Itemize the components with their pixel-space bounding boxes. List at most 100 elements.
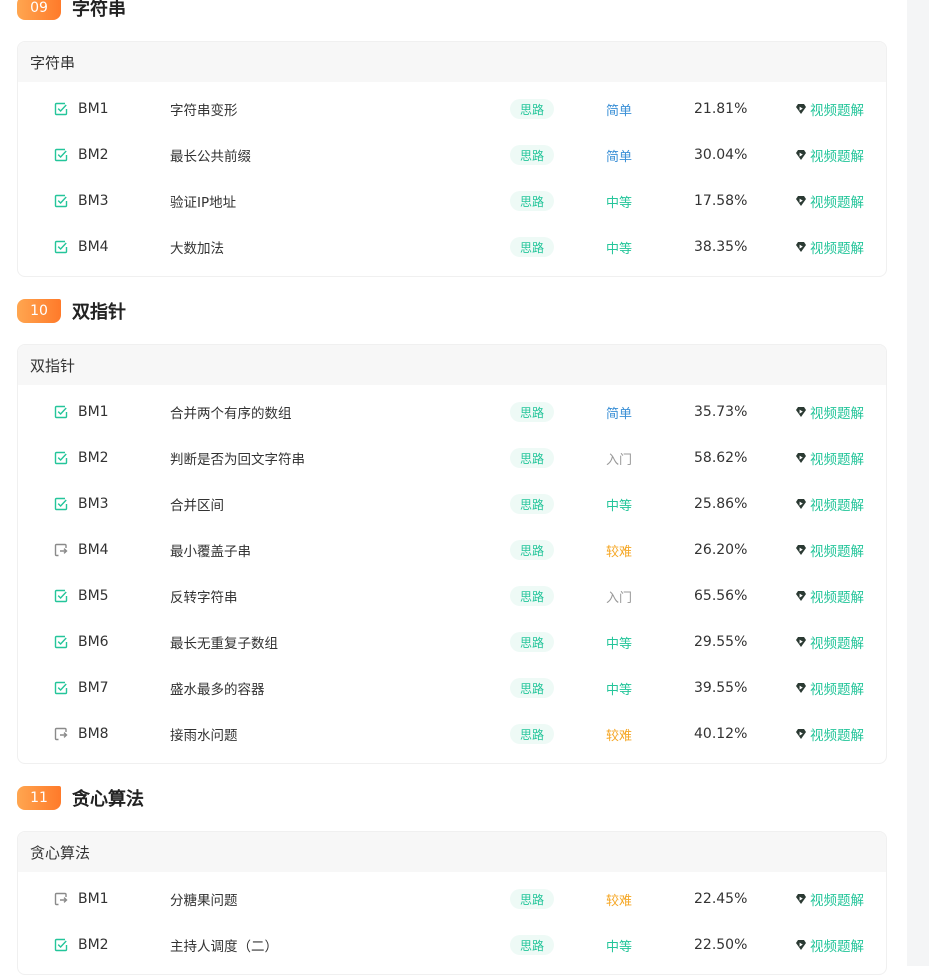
problem-title[interactable]: 验证IP地址: [170, 191, 236, 211]
video-diamond-icon: [795, 149, 807, 161]
problem-title[interactable]: 最小覆盖子串: [170, 540, 251, 560]
pass-rate: 21.81%: [694, 101, 748, 117]
problem-title[interactable]: 接雨水问题: [170, 724, 238, 744]
problem-title[interactable]: 反转字符串: [170, 586, 238, 606]
problem-rows: BM1 字符串变形 思路 简单 21.81% 视频题解 BM2 最长公共前缀 思路 简单 30.04…: [18, 82, 886, 276]
problem-title[interactable]: 判断是否为回文字符串: [170, 448, 305, 468]
video-solution-label: 视频题解: [810, 728, 864, 744]
problem-row[interactable]: BM4 大数加法 思路 中等 38.35% 视频题解: [18, 224, 886, 270]
hint-tag[interactable]: 思路: [510, 145, 554, 165]
hint-tag[interactable]: 思路: [510, 724, 554, 744]
section-number-badge: 09: [17, 0, 61, 20]
problem-row[interactable]: BM8 接雨水问题 思路 较难 40.12% 视频题解: [18, 711, 886, 757]
pass-rate: 22.45%: [694, 891, 748, 907]
difficulty-label: 简单: [606, 149, 633, 165]
video-diamond-icon: [795, 241, 807, 253]
problem-row[interactable]: BM7 盛水最多的容器 思路 中等 39.55% 视频题解: [18, 665, 886, 711]
hint-tag[interactable]: 思路: [510, 494, 554, 514]
hint-tag[interactable]: 思路: [510, 586, 554, 606]
hint-tag[interactable]: 思路: [510, 402, 554, 422]
problem-id: BM7: [78, 680, 109, 696]
section-title: 双指针: [72, 302, 126, 323]
problem-row[interactable]: BM2 判断是否为回文字符串 思路 入门 58.62% 视频题解: [18, 435, 886, 481]
video-solution-link[interactable]: 视频题解: [795, 191, 864, 211]
topic-card: 贪心算法 BM1 分糖果问题 思路 较难 22.45% 视频题解 BM2 主持人调度（二） 思路中…: [17, 831, 887, 975]
difficulty-label: 中等: [606, 682, 633, 698]
video-solution-link[interactable]: 视频题解: [795, 889, 864, 909]
pass-rate: 29.55%: [694, 634, 748, 650]
video-solution-link[interactable]: 视频题解: [795, 678, 864, 698]
video-diamond-icon: [795, 590, 807, 602]
hint-tag[interactable]: 思路: [510, 448, 554, 468]
problem-id: BM8: [78, 726, 109, 742]
hint-tag[interactable]: 思路: [510, 99, 554, 119]
video-solution-link[interactable]: 视频题解: [795, 586, 864, 606]
topic-card: 双指针 BM1 合并两个有序的数组 思路 简单 35.73% 视频题解 BM2 判断是否为回文字…: [17, 344, 887, 764]
hint-tag[interactable]: 思路: [510, 935, 554, 955]
problem-title[interactable]: 分糖果问题: [170, 889, 238, 909]
video-solution-link[interactable]: 视频题解: [795, 724, 864, 744]
problem-title[interactable]: 主持人调度（二）: [170, 935, 278, 955]
video-solution-link[interactable]: 视频题解: [795, 632, 864, 652]
problem-id: BM1: [78, 404, 109, 420]
problem-row[interactable]: BM6 最长无重复子数组 思路 中等 29.55% 视频题解: [18, 619, 886, 665]
video-solution-link[interactable]: 视频题解: [795, 402, 864, 422]
hint-tag[interactable]: 思路: [510, 889, 554, 909]
section-header: 11 贪心算法: [17, 782, 887, 814]
problem-title[interactable]: 最长公共前缀: [170, 145, 251, 165]
video-solution-link[interactable]: 视频题解: [795, 448, 864, 468]
video-solution-label: 视频题解: [810, 682, 864, 698]
solved-check-icon: [54, 240, 68, 254]
problem-row[interactable]: BM2 主持人调度（二） 思路 中等 22.50% 视频题解: [18, 922, 886, 968]
video-solution-label: 视频题解: [810, 636, 864, 652]
difficulty-label: 中等: [606, 498, 633, 514]
solved-check-icon: [54, 194, 68, 208]
video-solution-label: 视频题解: [810, 939, 864, 955]
solved-check-icon: [54, 589, 68, 603]
problem-title[interactable]: 合并两个有序的数组: [170, 402, 292, 422]
pass-rate: 58.62%: [694, 450, 748, 466]
video-solution-label: 视频题解: [810, 149, 864, 165]
problem-title[interactable]: 最长无重复子数组: [170, 632, 278, 652]
problem-id: BM4: [78, 542, 109, 558]
problem-row[interactable]: BM5 反转字符串 思路 入门 65.56% 视频题解: [18, 573, 886, 619]
problem-title[interactable]: 字符串变形: [170, 99, 238, 119]
section-title: 字符串: [72, 0, 126, 20]
section-header: 10 双指针: [17, 295, 887, 327]
problem-row[interactable]: BM1 合并两个有序的数组 思路 简单 35.73% 视频题解: [18, 389, 886, 435]
topic-card-title: 贪心算法: [18, 832, 886, 872]
difficulty-label: 较难: [606, 544, 633, 560]
video-solution-link[interactable]: 视频题解: [795, 237, 864, 257]
hint-tag[interactable]: 思路: [510, 632, 554, 652]
problem-title[interactable]: 盛水最多的容器: [170, 678, 265, 698]
problem-title[interactable]: 合并区间: [170, 494, 224, 514]
video-solution-link[interactable]: 视频题解: [795, 540, 864, 560]
hint-tag[interactable]: 思路: [510, 678, 554, 698]
problem-row[interactable]: BM1 字符串变形 思路 简单 21.81% 视频题解: [18, 86, 886, 132]
problem-id: BM1: [78, 891, 109, 907]
video-diamond-icon: [795, 195, 807, 207]
hint-tag[interactable]: 思路: [510, 237, 554, 257]
solved-check-icon: [54, 635, 68, 649]
problem-row[interactable]: BM1 分糖果问题 思路 较难 22.45% 视频题解: [18, 876, 886, 922]
problem-row[interactable]: BM2 最长公共前缀 思路 简单 30.04% 视频题解: [18, 132, 886, 178]
video-solution-link[interactable]: 视频题解: [795, 145, 864, 165]
video-diamond-icon: [795, 406, 807, 418]
problem-row[interactable]: BM4 最小覆盖子串 思路 较难 26.20% 视频题解: [18, 527, 886, 573]
difficulty-label: 入门: [606, 452, 633, 468]
video-solution-link[interactable]: 视频题解: [795, 99, 864, 119]
hint-tag[interactable]: 思路: [510, 540, 554, 560]
video-diamond-icon: [795, 452, 807, 464]
section-10: 10 双指针 双指针 BM1 合并两个有序的数组 思路 简单 35.73% 视频题解 BM2 判断是…: [17, 295, 887, 764]
problem-row[interactable]: BM3 验证IP地址 思路 中等 17.58% 视频题解: [18, 178, 886, 224]
problem-title[interactable]: 大数加法: [170, 237, 224, 257]
video-solution-label: 视频题解: [810, 590, 864, 606]
solved-check-icon: [54, 497, 68, 511]
hint-tag[interactable]: 思路: [510, 191, 554, 211]
video-diamond-icon: [795, 498, 807, 510]
problem-rows: BM1 分糖果问题 思路 较难 22.45% 视频题解 BM2 主持人调度（二） 思路 中等 22.…: [18, 872, 886, 974]
video-solution-link[interactable]: 视频题解: [795, 935, 864, 955]
video-solution-link[interactable]: 视频题解: [795, 494, 864, 514]
problem-row[interactable]: BM3 合并区间 思路 中等 25.86% 视频题解: [18, 481, 886, 527]
difficulty-label: 中等: [606, 636, 633, 652]
